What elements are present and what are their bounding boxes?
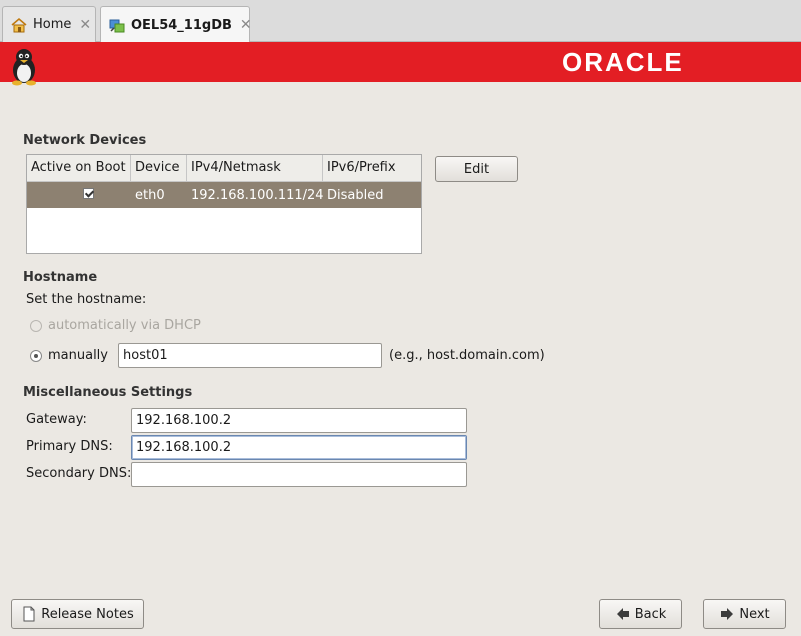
tux-penguin-icon	[12, 49, 36, 86]
ipv6-cell: Disabled	[327, 187, 384, 203]
close-icon[interactable]: ✕	[240, 17, 252, 33]
hostname-input[interactable]	[118, 343, 382, 368]
release-notes-button[interactable]: Release Notes	[11, 599, 144, 629]
arrow-right-icon	[721, 608, 734, 620]
ipv4-cell: 192.168.100.111/24	[191, 187, 324, 203]
network-devices-table[interactable]: Active on Boot Device IPv4/Netmask IPv6/…	[26, 154, 422, 254]
gateway-input[interactable]	[131, 408, 467, 433]
tab-vm-label: OEL54_11gDB	[131, 17, 232, 33]
table-header: Active on Boot Device IPv4/Netmask IPv6/…	[27, 155, 421, 182]
column-header-device[interactable]: Device	[131, 155, 187, 181]
secondary-dns-label: Secondary DNS:	[26, 466, 132, 481]
hostname-hint: (e.g., host.domain.com)	[389, 348, 545, 363]
primary-dns-input[interactable]	[131, 435, 467, 460]
active-on-boot-cell	[27, 187, 131, 203]
column-header-active-on-boot[interactable]: Active on Boot	[27, 155, 131, 181]
tab-vm[interactable]: OEL54_11gDB ✕	[100, 6, 252, 43]
misc-settings-heading: Miscellaneous Settings	[23, 385, 193, 400]
column-header-ipv4[interactable]: IPv4/Netmask	[187, 155, 323, 181]
radio-auto-dhcp-label: automatically via DHCP	[48, 318, 201, 333]
tab-home[interactable]: Home ✕	[2, 6, 96, 42]
active-on-boot-checkbox[interactable]	[83, 187, 94, 199]
arrow-left-icon	[616, 608, 629, 620]
document-icon	[23, 606, 35, 622]
vm-icon	[109, 19, 125, 33]
release-notes-label: Release Notes	[41, 606, 134, 622]
network-devices-heading: Network Devices	[23, 133, 147, 148]
radio-auto-dhcp[interactable]	[30, 320, 42, 332]
back-button[interactable]: Back	[599, 599, 682, 629]
gateway-label: Gateway:	[26, 412, 87, 427]
column-header-ipv6[interactable]: IPv6/Prefix	[323, 155, 421, 181]
oracle-logo: ORACLE	[562, 47, 684, 77]
edit-button[interactable]: Edit	[435, 156, 518, 182]
svg-text:ORACLE: ORACLE	[562, 47, 684, 77]
close-icon[interactable]: ✕	[79, 17, 91, 33]
next-label: Next	[739, 606, 770, 622]
secondary-dns-input[interactable]	[131, 462, 467, 487]
back-label: Back	[634, 606, 667, 622]
primary-dns-label: Primary DNS:	[26, 439, 113, 454]
radio-manual[interactable]	[30, 350, 42, 362]
device-cell: eth0	[135, 187, 165, 203]
hostname-prompt: Set the hostname:	[26, 292, 147, 307]
edit-button-label: Edit	[463, 161, 490, 177]
tab-home-label: Home	[33, 17, 72, 32]
home-icon	[11, 17, 27, 32]
tab-strip: Home ✕ OEL54_11gDB ✕	[0, 0, 801, 43]
table-row[interactable]: eth0 192.168.100.111/24 Disabled	[27, 182, 421, 208]
next-button[interactable]: Next	[703, 599, 786, 629]
radio-manual-label: manually	[48, 348, 108, 363]
hostname-heading: Hostname	[23, 270, 98, 285]
